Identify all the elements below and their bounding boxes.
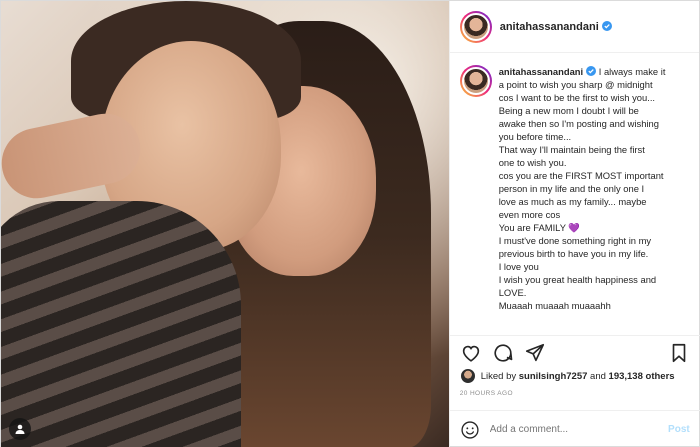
caption-avatar[interactable] (459, 65, 492, 97)
instagram-post: anitahassanandani anitahassanandani I al… (0, 0, 700, 447)
likes-summary: Liked by sunilsingh7257 and 193,138 othe… (459, 368, 675, 384)
heart-icon[interactable] (460, 342, 482, 364)
caption-line: person in my life and the only one I (498, 183, 645, 194)
caption-line: love as much as my family... maybe (498, 196, 647, 207)
caption-text: anitahassanandani I always make it a poi… (498, 65, 666, 333)
likes-count[interactable]: 193,138 others (609, 371, 675, 382)
caption-line: You are FAMILY (498, 222, 566, 233)
caption-line: even more cos (498, 209, 561, 220)
post-sidebar: anitahassanandani anitahassanandani I al… (448, 1, 700, 447)
caption-line: a point to wish you sharp @ midnight (498, 79, 653, 90)
caption-line: you before time... (498, 131, 572, 142)
caption-line: I love you (498, 261, 539, 272)
purple-heart-emoji: 💜 (565, 222, 581, 233)
caption-line: That way I'll maintain being the first (498, 144, 645, 155)
comment-input[interactable] (489, 424, 669, 435)
caption-username[interactable]: anitahassanandani (499, 66, 583, 77)
caption-line: Muaaah muaaah muaaahh (498, 300, 611, 311)
post-caption: anitahassanandani I always make it a poi… (450, 57, 700, 333)
smiley-icon[interactable] (460, 420, 480, 440)
verified-badge-icon (586, 66, 597, 76)
post-header: anitahassanandani (449, 1, 699, 53)
caption-line: Being a new mom I doubt I will be (498, 105, 639, 116)
liker-avatar[interactable] (459, 368, 476, 384)
action-bar (449, 335, 700, 369)
header-username[interactable]: anitahassanandani (500, 20, 612, 33)
caption-line: previous birth to have you in my life. (498, 248, 649, 259)
bookmark-icon[interactable] (668, 342, 690, 364)
caption-line: LOVE. (498, 287, 527, 298)
comment-icon[interactable] (492, 342, 514, 364)
caption-line: I must've done something right in my (498, 235, 652, 246)
caption-line: I wish you great health happiness and (498, 274, 657, 285)
comment-bar: Post (449, 410, 700, 447)
share-icon[interactable] (524, 342, 546, 364)
caption-line: I always make it (598, 66, 666, 77)
avatar[interactable] (459, 10, 492, 43)
post-timestamp[interactable]: 20 HOURS AGO (460, 390, 513, 397)
user-tag-icon[interactable] (9, 418, 31, 440)
caption-line: awake then so I'm posting and wishing (498, 118, 659, 129)
caption-line: cos you are the FIRST MOST important (498, 170, 664, 181)
caption-line: one to wish you. (498, 157, 567, 168)
post-photo[interactable] (1, 1, 449, 447)
caption-line: cos I want to be the first to wish you..… (498, 92, 656, 103)
liker-username[interactable]: sunilsingh7257 (519, 371, 588, 382)
verified-badge-icon (601, 20, 612, 31)
post-comment-button[interactable]: Post (668, 424, 690, 435)
